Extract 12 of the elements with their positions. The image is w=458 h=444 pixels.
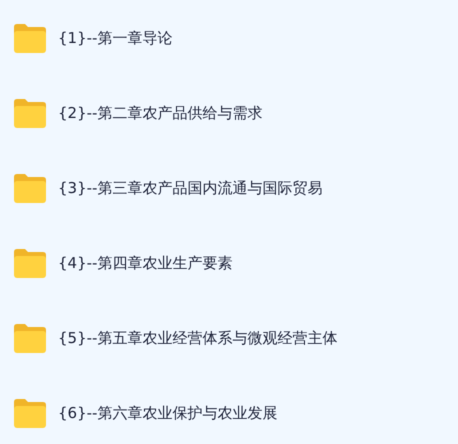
folder-icon (12, 247, 48, 279)
folder-name[interactable]: {1}--第一章导论 (58, 28, 172, 48)
folder-icon (12, 97, 48, 129)
folder-name[interactable]: {6}--第六章农业保护与农业发展 (58, 404, 278, 422)
folder-name[interactable]: {5}--第五章农业经营体系与微观经营主体 (58, 328, 338, 348)
folder-icon (12, 22, 48, 54)
folder-name[interactable]: {4}--第四章农业生产要素 (58, 254, 232, 272)
folder-name[interactable]: {2}--第二章农产品供给与需求 (58, 104, 262, 122)
folder-icon (12, 322, 48, 354)
folder-name[interactable]: {3}--第三章农产品国内流通与国际贸易 (58, 178, 322, 198)
folder-icon (12, 397, 48, 429)
folder-icon (12, 172, 48, 204)
